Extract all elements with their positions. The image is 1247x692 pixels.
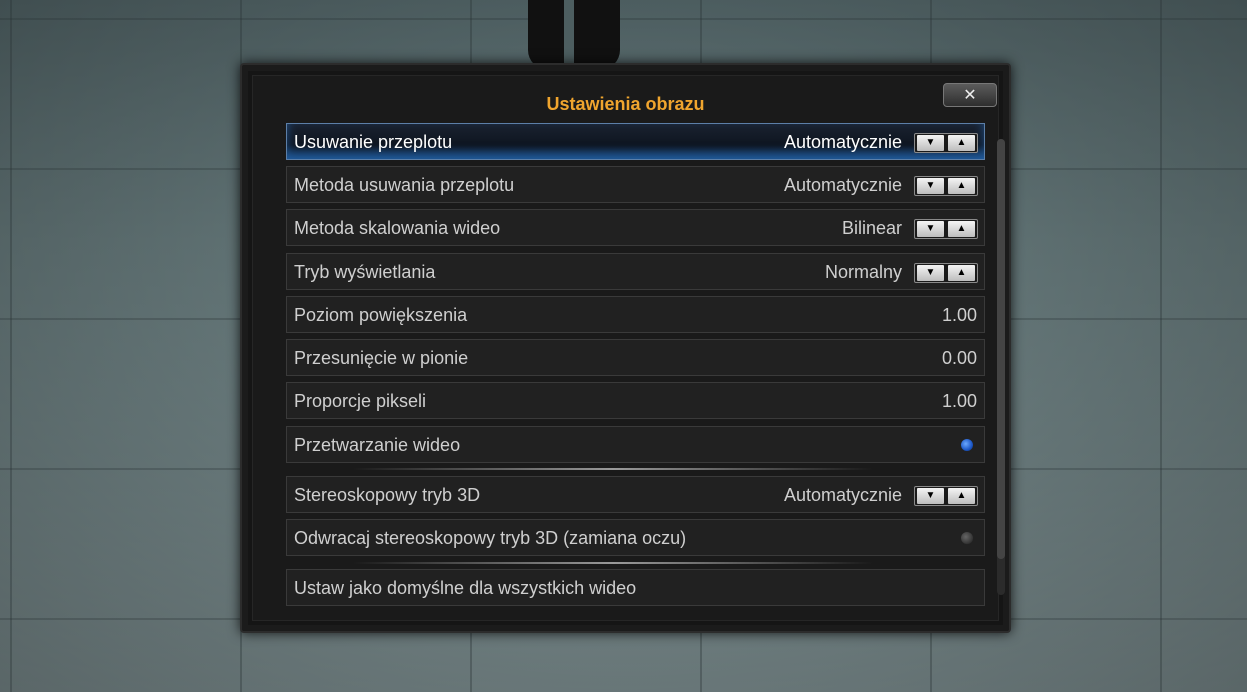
row-value: 1.00 [941,305,977,325]
spin-up-icon[interactable]: ▲ [948,488,975,504]
close-button[interactable]: ✕ [943,83,997,107]
row-stereoscopic-invert[interactable]: Odwracaj stereoskopowy tryb 3D (zamiana … [286,519,985,556]
row-value: Automatycznie [783,132,902,152]
spin-down-icon[interactable]: ▼ [917,488,944,504]
row-label: Metoda usuwania przeplotu [294,175,515,195]
row-pixel-ratio[interactable]: Proporcje pikseli 1.00 [286,382,985,419]
row-value: Automatycznie [783,175,902,195]
video-settings-dialog: Ustawienia obrazu ✕ Usuwanie przeplotu A… [240,63,1011,633]
dialog-panel: Ustawienia obrazu ✕ Usuwanie przeplotu A… [252,75,1005,621]
scrollbar-thumb[interactable] [997,139,1005,559]
row-value: Bilinear [841,218,902,238]
spin-up-icon[interactable]: ▲ [948,135,975,151]
row-deinterlace-method[interactable]: Metoda usuwania przeplotu Automatycznie … [286,166,985,203]
row-label: Usuwanie przeplotu [294,132,453,152]
row-value: Normalny [824,262,902,282]
row-label: Odwracaj stereoskopowy tryb 3D (zamiana … [294,528,687,548]
spin-down-icon[interactable]: ▼ [917,265,944,281]
row-label: Poziom powiększenia [294,305,468,325]
value-spinner: ▼ ▲ [914,133,978,153]
row-video-processing[interactable]: Przetwarzanie wideo [286,426,985,463]
value-spinner: ▼ ▲ [914,486,978,506]
spin-down-icon[interactable]: ▼ [917,178,944,194]
row-value: 1.00 [941,391,977,411]
row-label: Stereoskopowy tryb 3D [294,485,481,505]
spin-down-icon[interactable]: ▼ [917,221,944,237]
spin-down-icon[interactable]: ▼ [917,135,944,151]
row-zoom-level[interactable]: Poziom powiększenia 1.00 [286,296,985,333]
separator [353,468,873,470]
row-set-default[interactable]: Ustaw jako domyślne dla wszystkich wideo [286,569,985,606]
row-deinterlace[interactable]: Usuwanie przeplotu Automatycznie ▼ ▲ [286,123,985,160]
row-label: Metoda skalowania wideo [294,218,501,238]
dialog-title: Ustawienia obrazu [546,94,705,114]
row-value: Automatycznie [783,485,902,505]
radio-on-icon[interactable] [960,438,974,452]
row-label: Przetwarzanie wideo [294,435,461,455]
row-label: Tryb wyświetlania [294,262,436,282]
row-view-mode[interactable]: Tryb wyświetlania Normalny ▼ ▲ [286,253,985,290]
row-label: Przesunięcie w pionie [294,348,469,368]
radio-off-icon[interactable] [960,531,974,545]
row-scaling-method[interactable]: Metoda skalowania wideo Bilinear ▼ ▲ [286,209,985,246]
background-figure [528,0,620,70]
scrollbar[interactable] [997,139,1005,595]
row-label: Proporcje pikseli [294,391,427,411]
value-spinner: ▼ ▲ [914,176,978,196]
spin-up-icon[interactable]: ▲ [948,265,975,281]
separator [353,562,873,564]
spin-up-icon[interactable]: ▲ [948,221,975,237]
row-vertical-shift[interactable]: Przesunięcie w pionie 0.00 [286,339,985,376]
row-stereoscopic-mode[interactable]: Stereoskopowy tryb 3D Automatycznie ▼ ▲ [286,476,985,513]
row-label: Ustaw jako domyślne dla wszystkich wideo [294,578,637,598]
value-spinner: ▼ ▲ [914,219,978,239]
row-value: 0.00 [941,348,977,368]
spin-up-icon[interactable]: ▲ [948,178,975,194]
value-spinner: ▼ ▲ [914,263,978,283]
